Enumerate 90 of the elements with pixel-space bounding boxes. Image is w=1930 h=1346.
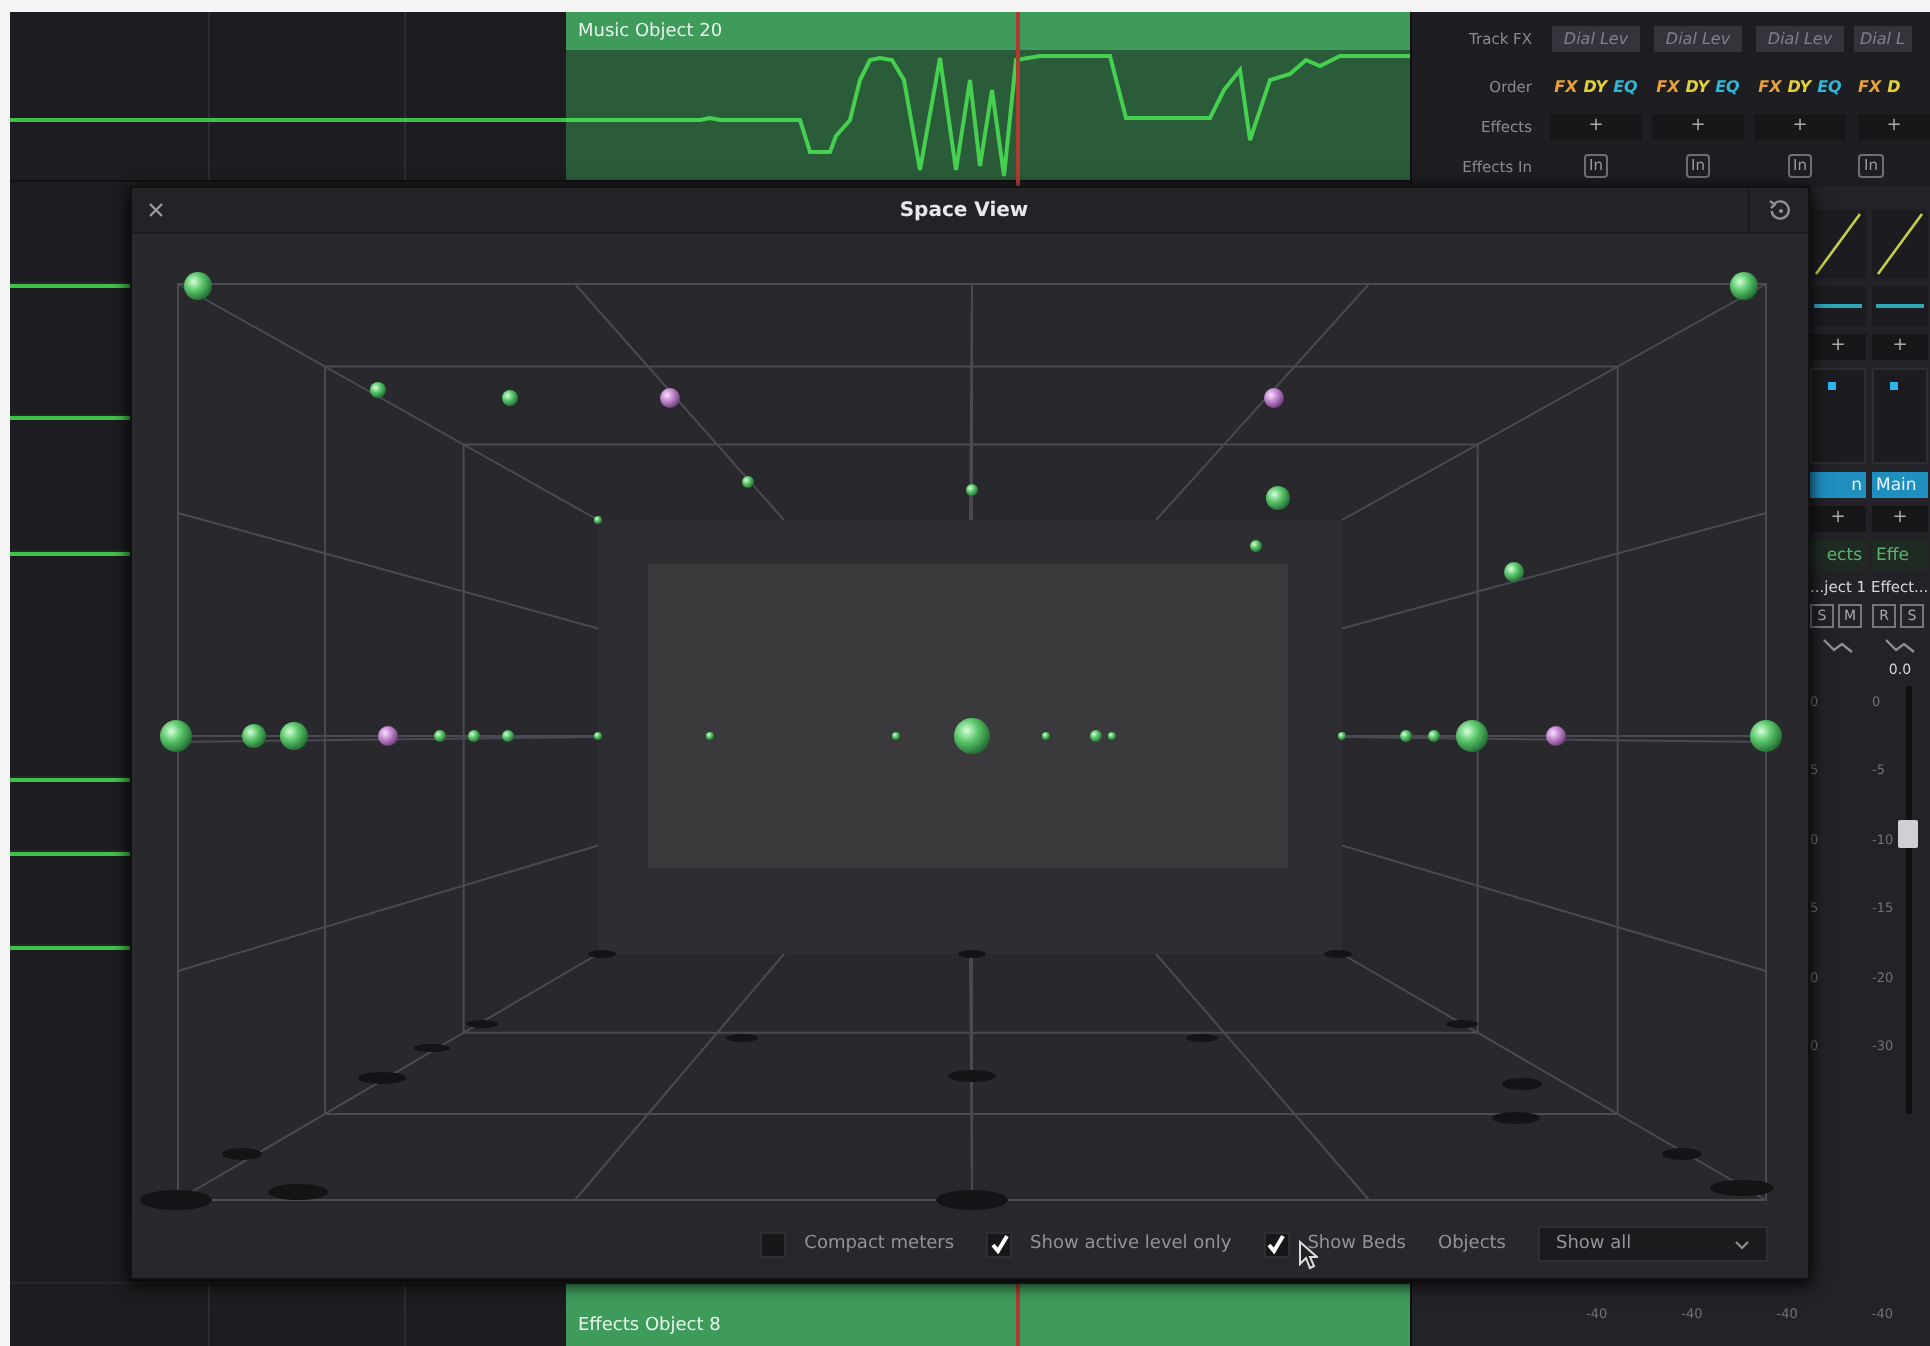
sphere-shadow bbox=[1186, 1034, 1218, 1042]
sphere-shadow bbox=[1710, 1180, 1774, 1196]
sphere-shadow bbox=[268, 1184, 328, 1200]
checkbox-label: Show active level only bbox=[1030, 1234, 1232, 1254]
sphere-shadow bbox=[948, 1070, 996, 1082]
sphere-shadow bbox=[358, 1072, 406, 1084]
object-sphere[interactable] bbox=[1456, 720, 1488, 752]
object-sphere[interactable] bbox=[1730, 272, 1758, 300]
eq-curve-icon bbox=[1874, 210, 1926, 278]
checkbox[interactable] bbox=[1263, 1231, 1290, 1257]
order-tag[interactable]: EQ bbox=[1715, 78, 1740, 97]
order-tag[interactable]: D bbox=[1887, 78, 1901, 97]
object-sphere[interactable] bbox=[378, 726, 398, 746]
order-tag[interactable]: EQ bbox=[1817, 78, 1842, 97]
object-sphere[interactable] bbox=[1264, 388, 1284, 408]
object-sphere[interactable] bbox=[594, 732, 602, 740]
window-title: Space View bbox=[897, 199, 1031, 221]
object-sphere[interactable] bbox=[502, 730, 514, 742]
order-tag[interactable]: FX bbox=[1554, 78, 1578, 97]
automation-line bbox=[10, 946, 130, 950]
object-sphere[interactable] bbox=[434, 730, 446, 742]
order-tag[interactable]: FX bbox=[1758, 78, 1782, 97]
object-sphere[interactable] bbox=[1042, 732, 1050, 740]
object-sphere[interactable] bbox=[892, 732, 900, 740]
object-sphere[interactable] bbox=[160, 720, 192, 752]
object-sphere[interactable] bbox=[1546, 726, 1566, 746]
close-icon bbox=[148, 202, 164, 218]
object-sphere[interactable] bbox=[242, 724, 266, 748]
object-sphere[interactable] bbox=[280, 722, 308, 750]
automation-line bbox=[10, 284, 130, 288]
object-sphere[interactable] bbox=[954, 718, 990, 754]
add-effect-button[interactable]: + bbox=[1858, 113, 1930, 140]
reset-icon bbox=[1767, 198, 1791, 222]
object-sphere[interactable] bbox=[1428, 730, 1440, 742]
chevron-down-icon bbox=[1734, 1239, 1750, 1249]
order-tag[interactable]: FX bbox=[1656, 78, 1680, 97]
objects-label: Objects bbox=[1437, 1234, 1506, 1254]
clip-title: Music Object 20 bbox=[578, 21, 723, 41]
add-button[interactable]: + bbox=[1810, 506, 1866, 532]
automation-line bbox=[10, 852, 130, 856]
curve-icon bbox=[1822, 636, 1854, 654]
order-tag[interactable]: EQ bbox=[1613, 78, 1638, 97]
object-sphere[interactable] bbox=[660, 388, 680, 408]
add-button[interactable]: + bbox=[1872, 334, 1928, 360]
send-button[interactable]: ects bbox=[1810, 540, 1866, 570]
fader-knob[interactable] bbox=[1897, 820, 1918, 849]
object-sphere[interactable] bbox=[1504, 562, 1524, 582]
object-sphere[interactable] bbox=[370, 382, 386, 398]
dynamics-line bbox=[1876, 304, 1924, 308]
curve-icon bbox=[1884, 636, 1916, 654]
automation-line bbox=[10, 778, 130, 782]
object-sphere[interactable] bbox=[468, 730, 480, 742]
sphere-shadow bbox=[1492, 1112, 1540, 1124]
sphere-shadow bbox=[414, 1044, 450, 1052]
checkbox[interactable] bbox=[760, 1231, 787, 1257]
order-tag[interactable]: DY bbox=[1583, 78, 1608, 97]
object-sphere[interactable] bbox=[1266, 486, 1290, 510]
sphere-shadow bbox=[936, 1190, 1008, 1210]
eq-curve-icon bbox=[1812, 210, 1864, 278]
order-tag[interactable]: FX bbox=[1858, 78, 1882, 97]
sphere-shadow bbox=[140, 1190, 212, 1210]
object-sphere[interactable] bbox=[1400, 730, 1412, 742]
send-button[interactable]: Effe bbox=[1872, 540, 1928, 570]
object-sphere[interactable] bbox=[1750, 720, 1782, 752]
sphere-shadow bbox=[1662, 1148, 1702, 1160]
automation-line bbox=[10, 416, 130, 420]
sphere-shadow bbox=[726, 1034, 758, 1042]
clip-title: Effects Object 8 bbox=[578, 1315, 721, 1335]
add-button[interactable]: + bbox=[1810, 334, 1866, 360]
order-tag[interactable]: DY bbox=[1685, 78, 1710, 97]
order-tag[interactable]: DY bbox=[1787, 78, 1812, 97]
checkbox[interactable] bbox=[986, 1231, 1013, 1257]
checkbox-label: Show Beds bbox=[1307, 1234, 1406, 1254]
add-effect-button[interactable]: + bbox=[1652, 113, 1744, 140]
object-sphere[interactable] bbox=[594, 516, 602, 524]
object-sphere[interactable] bbox=[502, 390, 518, 406]
checkbox-label: Compact meters bbox=[804, 1234, 955, 1254]
dynamics-line bbox=[1814, 304, 1862, 308]
add-effect-button[interactable]: + bbox=[1754, 113, 1846, 140]
sphere-shadow bbox=[222, 1148, 262, 1160]
object-sphere[interactable] bbox=[742, 476, 754, 488]
automation-line bbox=[10, 552, 130, 556]
object-sphere[interactable] bbox=[1250, 540, 1262, 552]
object-sphere[interactable] bbox=[966, 484, 978, 496]
object-sphere[interactable] bbox=[1338, 732, 1346, 740]
add-effect-button[interactable]: + bbox=[1550, 113, 1642, 140]
object-sphere[interactable] bbox=[706, 732, 714, 740]
add-button[interactable]: + bbox=[1872, 506, 1928, 532]
object-sphere[interactable] bbox=[184, 272, 212, 300]
objects-dropdown[interactable]: Show all bbox=[1538, 1226, 1768, 1262]
